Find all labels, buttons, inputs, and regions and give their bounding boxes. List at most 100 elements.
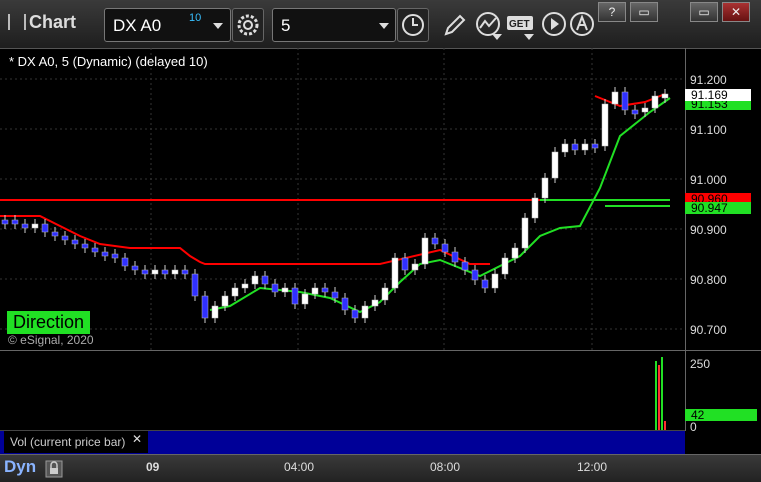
candle-body [281, 287, 289, 293]
candle-body [261, 275, 269, 285]
volume-label: 250 [690, 357, 711, 371]
symbol-text: DX A0 [113, 16, 162, 35]
time-label: 09 [146, 460, 160, 474]
candle-body [351, 309, 359, 319]
candle-body [541, 177, 549, 199]
chart-title: * DX A0, 5 (Dynamic) (delayed 10) [9, 54, 208, 69]
play-icon[interactable] [540, 10, 568, 38]
time-label: 08:00 [430, 460, 461, 474]
candle-body [321, 287, 329, 293]
candle-body [571, 143, 579, 151]
clock-icon [402, 14, 424, 36]
time-button[interactable] [397, 8, 429, 42]
candle-body [201, 295, 209, 319]
restore-button[interactable]: ▭ [630, 2, 658, 22]
close-button[interactable]: ✕ [722, 2, 750, 22]
chevron-down-icon[interactable] [379, 23, 389, 29]
candle-body [301, 293, 309, 305]
gear-icon [237, 14, 259, 36]
candle-body [271, 283, 279, 293]
interval-select[interactable]: 5 [272, 8, 396, 42]
candle-body [211, 305, 219, 319]
candle-body [21, 223, 29, 229]
pencil-icon[interactable] [440, 10, 468, 38]
study-bar: Vol (current price bar) ✕ [0, 430, 685, 455]
toolbar: Chart DX A0 10 5 GET ? ▭ ▭ ✕ [0, 0, 761, 49]
volume-plot [655, 357, 666, 431]
candle-body [131, 265, 139, 271]
candle-body [511, 247, 519, 259]
price-chart[interactable] [0, 48, 685, 350]
volume-bar [655, 361, 657, 431]
candle-body [31, 223, 39, 229]
time-label: 12:00 [577, 460, 608, 474]
candle-body [371, 299, 379, 307]
candle-body [641, 107, 649, 113]
alert-icon[interactable] [568, 10, 596, 38]
price-label: 91.000 [690, 173, 727, 187]
last-price-tag: 91.169 [685, 89, 751, 101]
candle-body [101, 251, 109, 257]
symbol-input[interactable]: DX A0 10 [104, 8, 231, 42]
candle-body [661, 93, 669, 99]
dynamic-mode[interactable]: Dyn [4, 457, 36, 477]
candle-body [471, 269, 479, 281]
chevron-down-icon[interactable] [492, 34, 502, 40]
candle-body [591, 143, 599, 149]
candle-body [41, 223, 49, 233]
candle-body [171, 269, 179, 275]
lock-icon[interactable] [44, 459, 64, 479]
candle-body [251, 275, 259, 285]
price-label: 91.100 [690, 123, 727, 137]
candle-body [231, 287, 239, 297]
candle-body [481, 279, 489, 289]
price-label: 90.800 [690, 273, 727, 287]
candle-body [51, 231, 59, 237]
candle-body [71, 239, 79, 245]
candle-body [61, 235, 69, 241]
volume-bar [661, 357, 663, 431]
chevron-down-icon[interactable] [524, 34, 534, 40]
close-icon[interactable]: ✕ [132, 432, 142, 446]
app-title: Chart [8, 12, 76, 33]
candle-body [331, 291, 339, 299]
candle-body [341, 297, 349, 311]
candle-body [651, 95, 659, 109]
candle-body [531, 197, 539, 219]
settings-button[interactable] [232, 8, 264, 42]
candle-body [311, 287, 319, 295]
candle-body [611, 91, 619, 105]
candle-body [141, 269, 149, 275]
app-title-text: Chart [29, 12, 77, 32]
candle-body [521, 217, 529, 249]
help-button[interactable]: ? [598, 2, 626, 22]
candle-body [121, 257, 129, 267]
green-trend-line [209, 97, 671, 314]
chevron-down-icon[interactable] [213, 23, 223, 29]
candle-body [401, 257, 409, 271]
candle-body [421, 237, 429, 265]
svg-text:GET: GET [509, 19, 530, 30]
candle-body [621, 91, 629, 111]
candle-body [361, 305, 369, 319]
chart-window-icon [8, 14, 26, 30]
candle-body [81, 243, 89, 249]
watermark: © eSignal, 2020 [8, 333, 94, 347]
time-axis[interactable]: Dyn 09 04:00 08:00 12:00 [0, 454, 761, 482]
candle-body [181, 269, 189, 275]
price-plot[interactable] [0, 48, 685, 350]
direction-badge: Direction [7, 311, 91, 334]
candle-body [561, 143, 569, 153]
candle-body [381, 287, 389, 301]
candle-body [11, 219, 19, 225]
candle-body [601, 103, 609, 147]
price-label: 91.200 [690, 73, 727, 87]
candle-body [461, 261, 469, 271]
study-label[interactable]: Vol (current price bar) [4, 431, 148, 453]
candle-body [441, 243, 449, 253]
volume-pane[interactable] [0, 350, 685, 431]
candle-body [631, 109, 639, 115]
candle-body [451, 251, 459, 263]
minimize-button[interactable]: ▭ [690, 2, 718, 22]
interval-text: 5 [281, 16, 291, 35]
